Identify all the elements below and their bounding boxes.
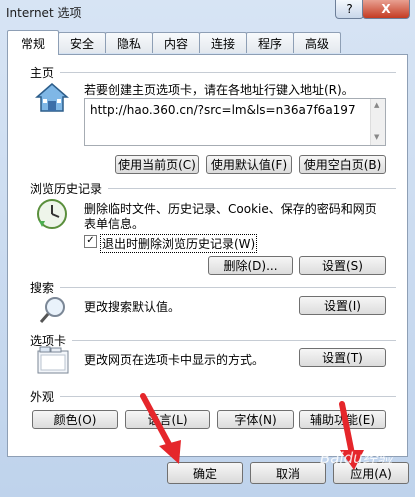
magnifier-icon [39, 297, 65, 323]
baidu-watermark: Baidu经验 [320, 449, 393, 467]
delete-on-exit-label[interactable]: 退出时删除浏览历史记录(W) [100, 234, 258, 253]
help-button[interactable]: ? [335, 0, 364, 19]
tab-privacy[interactable]: 隐私 [105, 32, 153, 53]
general-tab-panel: 主页 若要创建主页选项卡，请在各地址行键入地址(R)。 http://hao.3… [7, 54, 408, 457]
home-separator [60, 72, 396, 73]
home-section-title: 主页 [30, 66, 55, 80]
use-default-button[interactable]: 使用默认值(F) [206, 155, 292, 174]
tabs-settings-button[interactable]: 设置(T) [299, 348, 386, 367]
tab-content[interactable]: 内容 [152, 32, 200, 53]
tab-window-icon [37, 346, 69, 374]
appearance-separator [60, 396, 396, 397]
search-separator [60, 287, 396, 288]
red-arrow-ok-icon [140, 393, 181, 464]
scroll-up-icon[interactable]: ▲ [374, 101, 379, 109]
tab-advanced[interactable]: 高级 [293, 32, 341, 53]
close-button[interactable]: X [362, 0, 410, 19]
window-title: Internet 选项 [6, 6, 82, 20]
tabs-separator [72, 340, 396, 341]
colors-button[interactable]: 颜色(O) [32, 410, 118, 429]
delete-on-exit-checkbox[interactable]: ✓ [84, 235, 97, 248]
history-section-title: 浏览历史记录 [30, 182, 103, 196]
search-description: 更改搜索默认值。 [84, 300, 181, 314]
search-settings-button[interactable]: 设置(I) [299, 296, 386, 315]
tabs-description: 更改网页在选项卡中显示的方式。 [84, 353, 265, 367]
cancel-button[interactable]: 取消 [250, 462, 326, 484]
scroll-down-icon[interactable]: ▼ [374, 133, 379, 141]
appearance-section-title: 外观 [30, 390, 55, 404]
house-icon [35, 83, 69, 112]
home-address-value: http://hao.360.cn/?src=lm&ls=n36a7f6a197 [90, 103, 356, 117]
delete-history-button[interactable]: 删除(D)... [208, 256, 293, 275]
address-scrollbar[interactable]: ▲ ▼ [370, 99, 385, 145]
history-clock-icon [37, 199, 67, 229]
home-description: 若要创建主页选项卡，请在各地址行键入地址(R)。 [84, 83, 354, 97]
tab-programs[interactable]: 程序 [246, 32, 294, 53]
fonts-button[interactable]: 字体(N) [217, 410, 294, 429]
use-blank-button[interactable]: 使用空白页(B) [299, 155, 386, 174]
tab-general[interactable]: 常规 [7, 30, 59, 55]
home-address-textbox[interactable]: http://hao.360.cn/?src=lm&ls=n36a7f6a197… [84, 98, 386, 146]
history-settings-button[interactable]: 设置(S) [299, 256, 386, 275]
use-current-button[interactable]: 使用当前页(C) [115, 155, 199, 174]
title-bar: Internet 选项 ? X [0, 0, 415, 22]
internet-options-window: Internet 选项 ? X 常规 安全 隐私 内容 连接 程序 高级 主页 … [0, 0, 415, 497]
tab-connections[interactable]: 连接 [199, 32, 247, 53]
history-separator [108, 188, 396, 189]
tab-security[interactable]: 安全 [58, 32, 106, 53]
search-section-title: 搜索 [30, 281, 55, 295]
history-description-line2: 表单信息。 [84, 217, 145, 231]
